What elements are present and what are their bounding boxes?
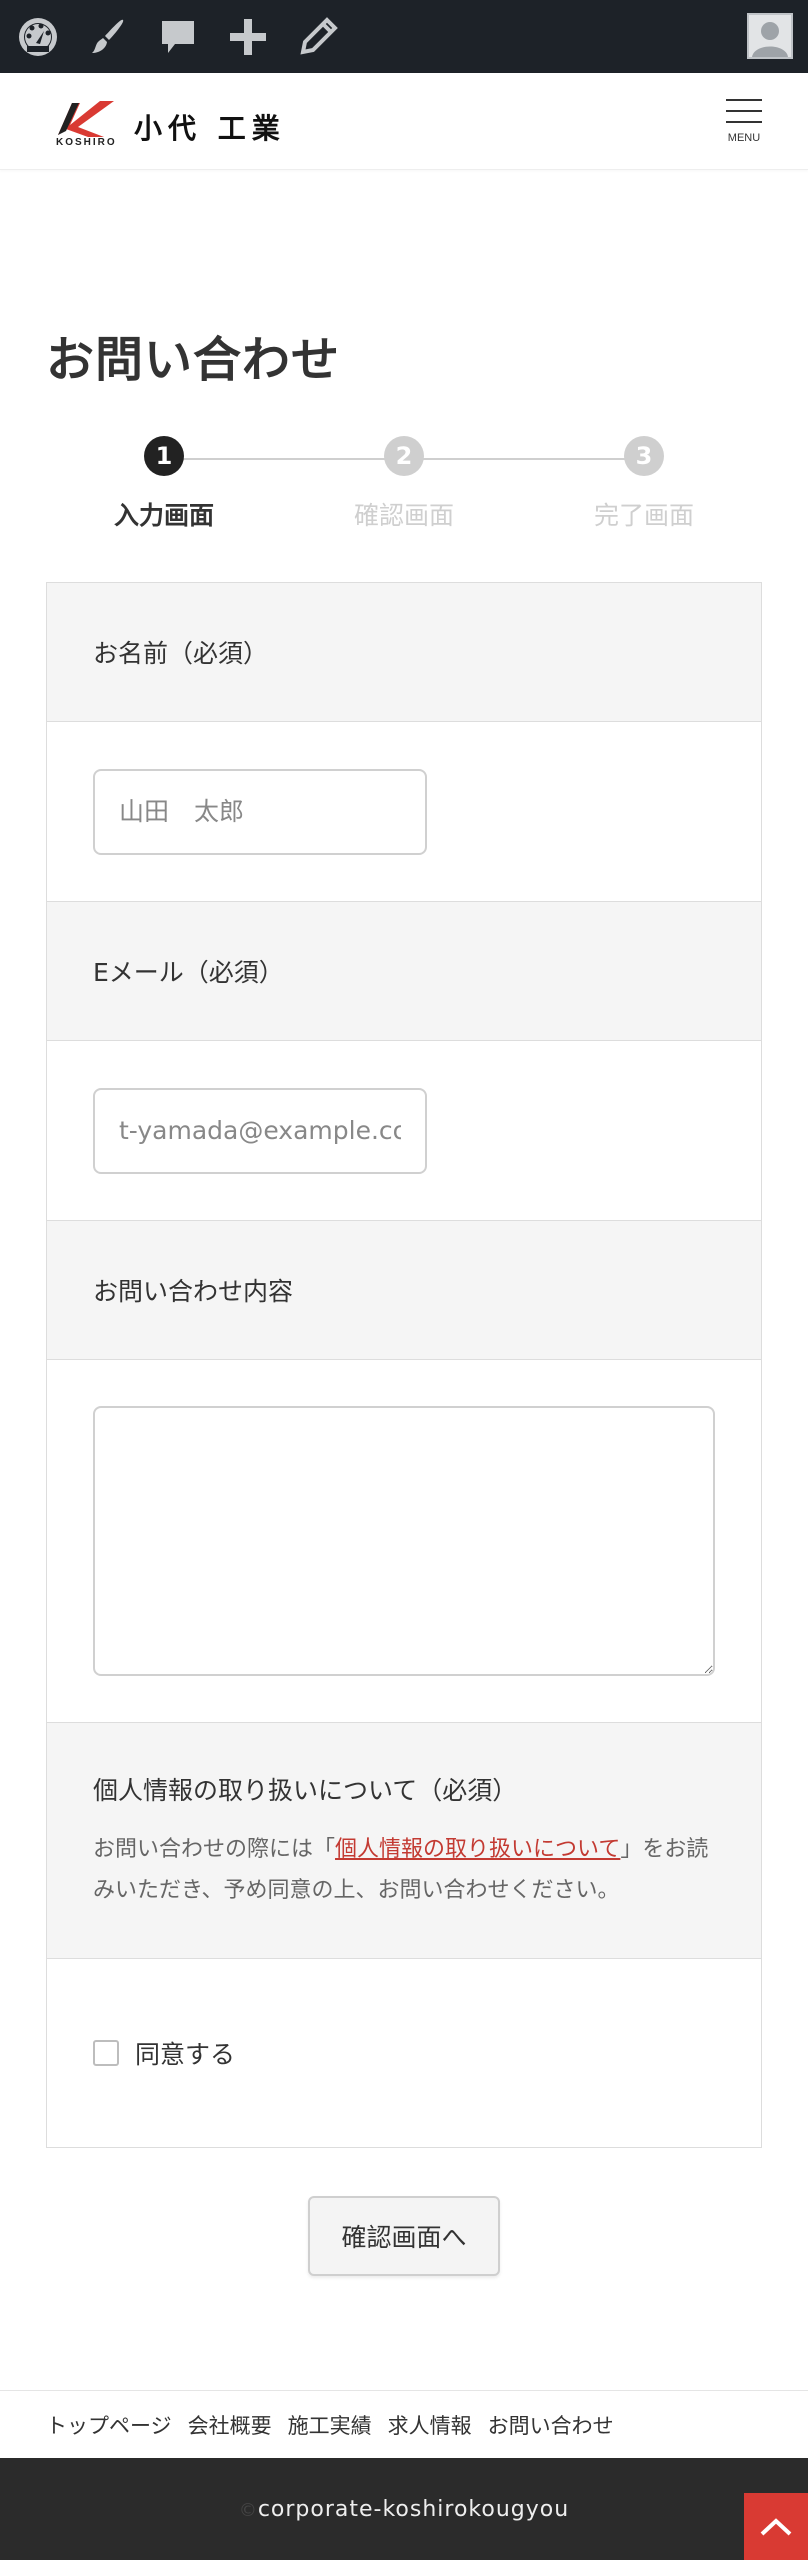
- email-label: Eメール（必須）: [93, 958, 284, 987]
- step-complete: 3 完了画面: [526, 436, 762, 532]
- footer-link-works[interactable]: 施工実績: [288, 2410, 372, 2440]
- page-title: お問い合わせ: [46, 332, 341, 388]
- step-input: 1 入力画面: [46, 436, 282, 532]
- privacy-section: 個人情報の取り扱いについて（必須） お問い合わせの際には「個人情報の取り扱いにつ…: [47, 1723, 761, 1959]
- privacy-note-before: お問い合わせの際には「: [93, 1837, 336, 1862]
- message-label: お問い合わせ内容: [93, 1277, 294, 1306]
- step-number: 3: [624, 436, 664, 476]
- chevron-up-icon: [760, 2517, 792, 2535]
- message-field-header: お問い合わせ内容: [47, 1221, 761, 1360]
- email-field-header: Eメール（必須）: [47, 902, 761, 1041]
- privacy-title: 個人情報の取り扱いについて（必須）: [93, 1776, 518, 1805]
- edit-pencil-icon[interactable]: [288, 0, 348, 73]
- consent-checkbox-label[interactable]: 同意する: [93, 2035, 235, 2071]
- comments-icon[interactable]: [148, 0, 208, 73]
- footer-nav: トップページ 会社概要 施工実績 求人情報 お問い合わせ: [0, 2390, 808, 2458]
- privacy-note: お問い合わせの際には「個人情報の取り扱いについて」をお読みいただき、予め同意の上…: [93, 1829, 715, 1911]
- name-input[interactable]: [93, 768, 427, 855]
- menu-label: MENU: [727, 132, 761, 144]
- logo-subtext: KOSHIRO: [56, 137, 117, 148]
- dashboard-icon[interactable]: [8, 0, 68, 73]
- copyright-text: corporate-koshirokougyou: [257, 2496, 570, 2522]
- step-label: 入力画面: [113, 501, 214, 530]
- step-number: 2: [384, 436, 424, 476]
- confirm-submit-button[interactable]: 確認画面へ: [308, 2196, 500, 2276]
- new-content-plus-icon[interactable]: [218, 0, 278, 73]
- message-field-body: [47, 1360, 761, 1723]
- message-textarea[interactable]: [93, 1406, 715, 1676]
- name-label: お名前（必須）: [93, 639, 269, 668]
- consent-body: 同意する: [47, 1959, 761, 2147]
- privacy-policy-link[interactable]: 個人情報の取り扱いについて: [335, 1837, 620, 1862]
- hamburger-icon: [726, 99, 762, 101]
- name-field-header: お名前（必須）: [47, 583, 761, 722]
- step-label: 確認画面: [353, 501, 454, 530]
- step-number: 1: [144, 436, 184, 476]
- step-indicator: 1 入力画面 2 確認画面 3 完了画面: [46, 436, 762, 536]
- step-confirm: 2 確認画面: [286, 436, 522, 532]
- email-field-body: [47, 1041, 761, 1221]
- consent-label: 同意する: [135, 2040, 236, 2069]
- consent-checkbox[interactable]: [93, 2040, 119, 2066]
- copyright-symbol: ©: [238, 2499, 258, 2521]
- site-logo[interactable]: KOSHIRO 小代 工業: [52, 97, 286, 149]
- contact-form: お名前（必須） Eメール（必須） お問い合わせ内容 個人情報の取り扱いについて（…: [46, 582, 762, 2148]
- name-field-body: [47, 722, 761, 902]
- step-label: 完了画面: [593, 501, 694, 530]
- footer-link-company[interactable]: 会社概要: [188, 2410, 272, 2440]
- koshiro-logo-mark: KOSHIRO: [52, 97, 122, 149]
- logo-text: 小代 工業: [134, 112, 286, 145]
- user-avatar[interactable]: [747, 13, 793, 59]
- footer-link-recruit[interactable]: 求人情報: [388, 2410, 472, 2440]
- email-input[interactable]: [93, 1087, 427, 1174]
- customize-brush-icon[interactable]: [78, 0, 138, 73]
- menu-button[interactable]: MENU: [724, 97, 764, 149]
- site-header: KOSHIRO 小代 工業 MENU: [0, 73, 808, 170]
- copyright: ©corporate-koshirokougyou: [239, 2497, 569, 2522]
- footer-link-contact[interactable]: お問い合わせ: [488, 2410, 614, 2440]
- footer-link-top[interactable]: トップページ: [46, 2410, 172, 2440]
- site-footer: ©corporate-koshirokougyou: [0, 2458, 808, 2560]
- admin-bar: [0, 0, 808, 73]
- page-top-button[interactable]: [744, 2493, 808, 2560]
